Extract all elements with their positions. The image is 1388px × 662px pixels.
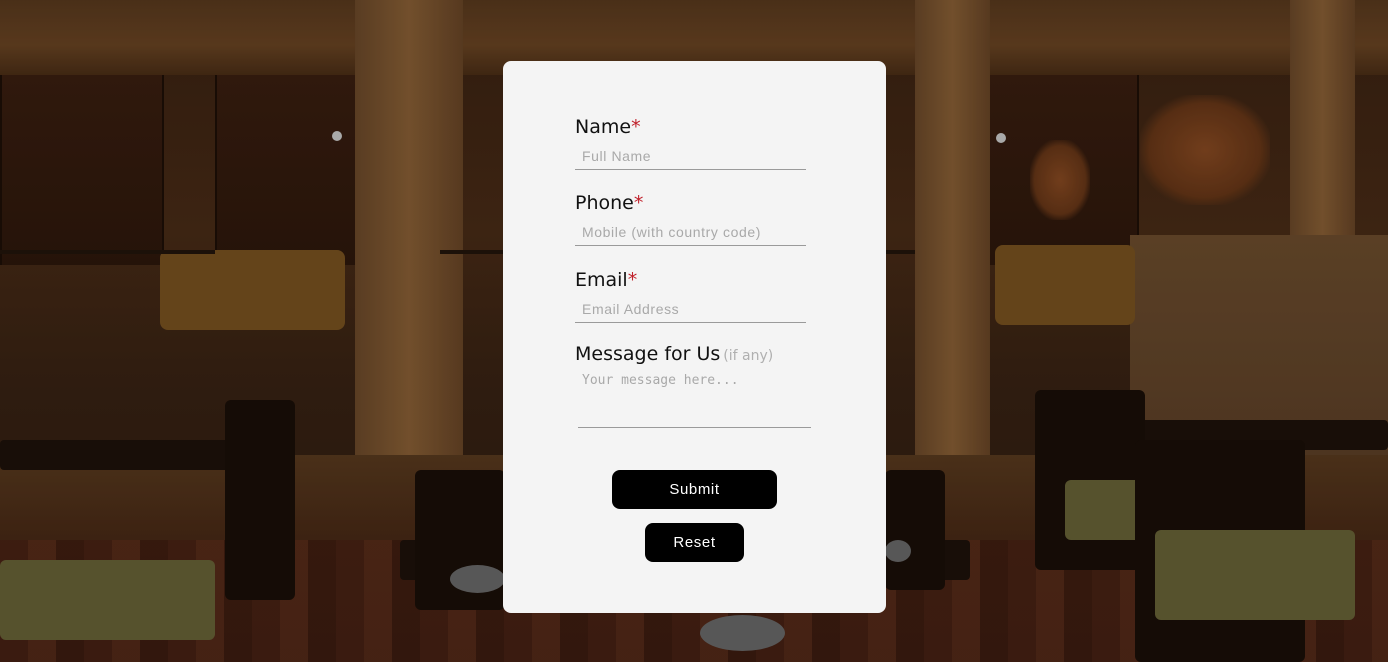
name-required-mark: * [631,116,641,138]
phone-label: Phone* [575,192,643,214]
phone-label-text: Phone [575,192,634,214]
email-required-mark: * [627,269,638,291]
reset-button[interactable]: Reset [645,523,744,562]
name-label: Name* [575,116,641,138]
phone-input[interactable] [575,218,806,246]
email-label: Email* [575,269,637,291]
message-textarea[interactable] [578,369,811,428]
email-label-text: Email [575,269,628,291]
name-input[interactable] [575,142,806,170]
submit-button[interactable]: Submit [612,470,777,509]
phone-required-mark: * [633,192,644,214]
name-label-text: Name [575,116,632,138]
message-label: Message for Us (if any) [575,343,773,365]
message-label-text: Message for Us [575,343,721,365]
contact-form-card: Name* Phone* Email* Message for Us(if an… [503,61,886,613]
email-input[interactable] [575,295,806,323]
message-optional-hint: (if any) [723,348,774,364]
